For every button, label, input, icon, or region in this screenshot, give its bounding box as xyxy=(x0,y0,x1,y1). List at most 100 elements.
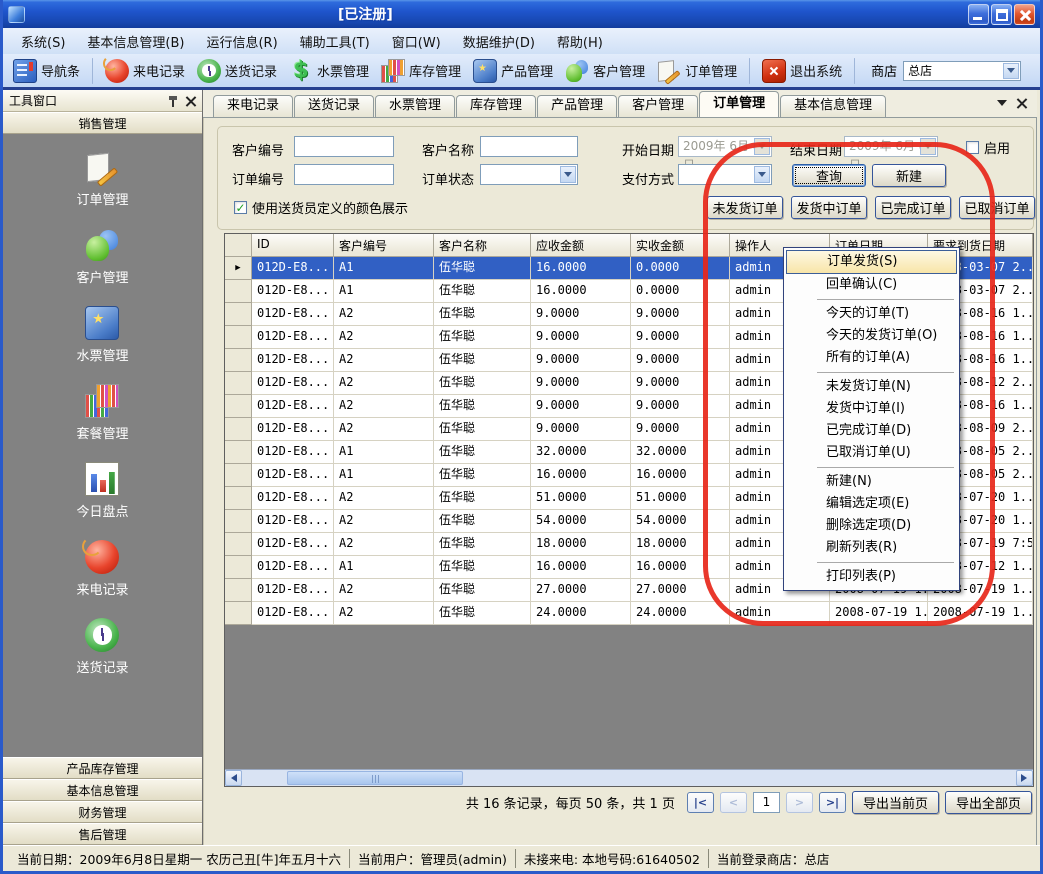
first-page-button[interactable]: |< xyxy=(687,792,714,813)
context-menu-item[interactable] xyxy=(817,562,954,563)
scroll-right-icon[interactable] xyxy=(1016,770,1033,786)
scrollbar-thumb[interactable] xyxy=(287,771,463,785)
tab[interactable]: 库存管理 xyxy=(456,95,536,117)
toolbar-button[interactable]: 送货记录 xyxy=(191,57,283,85)
minimize-button[interactable] xyxy=(968,4,989,25)
last-page-button[interactable]: >| xyxy=(819,792,846,813)
header-customer-name[interactable]: 客户名称 xyxy=(434,234,531,257)
sidebar-item[interactable]: 套餐管理 xyxy=(76,384,128,442)
header-id[interactable]: ID xyxy=(252,234,334,257)
close-tab-icon[interactable] xyxy=(1017,98,1027,108)
chevron-down-icon[interactable] xyxy=(997,100,1007,111)
sidebar-section[interactable]: 财务管理 xyxy=(3,801,202,823)
context-menu-item[interactable]: 回单确认(C) xyxy=(813,274,957,296)
sidebar-item[interactable]: 订单管理 xyxy=(76,150,128,208)
context-menu-item[interactable]: 今天的发货订单(O) xyxy=(813,325,957,347)
export-all-pages-button[interactable]: 导出全部页 xyxy=(945,791,1032,814)
toolbar-button[interactable]: 来电记录 xyxy=(99,57,191,85)
shop-select[interactable]: 总店 xyxy=(903,61,1021,81)
row-selector[interactable] xyxy=(225,533,252,556)
chevron-down-icon[interactable] xyxy=(560,166,576,183)
start-date-picker[interactable]: 2009年 6月 8日 xyxy=(678,136,772,157)
context-menu-item[interactable]: 发货中订单(I) xyxy=(813,398,957,420)
sidebar-item[interactable]: 客户管理 xyxy=(76,228,128,286)
toolbar-button[interactable]: 订单管理 xyxy=(651,57,743,85)
customer-name-input[interactable] xyxy=(480,136,578,157)
row-selector[interactable] xyxy=(225,372,252,395)
checkbox-box[interactable]: ✓ xyxy=(234,201,247,214)
order-status-select[interactable] xyxy=(480,164,578,185)
context-menu-item[interactable]: 未发货订单(N) xyxy=(813,376,957,398)
customer-no-input[interactable] xyxy=(294,136,394,157)
row-selector[interactable] xyxy=(225,579,252,602)
enable-checkbox[interactable]: 启用 xyxy=(966,138,1010,157)
context-menu-item[interactable] xyxy=(817,372,954,373)
horizontal-scrollbar[interactable] xyxy=(225,769,1033,786)
pin-icon[interactable] xyxy=(168,95,178,107)
pay-method-select[interactable] xyxy=(678,164,772,185)
toolbar-button[interactable]: 导航条 xyxy=(7,57,86,85)
context-menu-item[interactable]: 编辑选定项(E) xyxy=(813,493,957,515)
status-filter-button[interactable]: 未发货订单 xyxy=(707,196,783,219)
toolbar-button[interactable]: 退出系统 xyxy=(756,57,848,85)
tab[interactable]: 客户管理 xyxy=(618,95,698,117)
context-menu-item[interactable]: 删除选定项(D) xyxy=(813,515,957,537)
prev-page-button[interactable]: < xyxy=(720,792,747,813)
row-selector[interactable] xyxy=(225,602,252,625)
tab[interactable]: 基本信息管理 xyxy=(780,95,886,117)
context-menu-item[interactable]: 订单发货(S) xyxy=(786,250,957,274)
row-selector[interactable] xyxy=(225,510,252,533)
row-selector[interactable]: ▶ xyxy=(225,257,252,280)
tab[interactable]: 产品管理 xyxy=(537,95,617,117)
row-selector[interactable] xyxy=(225,349,252,372)
next-page-button[interactable]: > xyxy=(786,792,813,813)
new-button[interactable]: 新建 xyxy=(872,164,946,187)
sidebar-item[interactable]: 水票管理 xyxy=(76,306,128,364)
sidebar-item[interactable]: 今日盘点 xyxy=(76,462,128,520)
context-menu-item[interactable]: 新建(N) xyxy=(813,471,957,493)
tab[interactable]: 送货记录 xyxy=(294,95,374,117)
row-selector[interactable] xyxy=(225,303,252,326)
sidebar-section[interactable]: 售后管理 xyxy=(3,823,202,845)
close-icon[interactable] xyxy=(186,96,196,106)
status-filter-button[interactable]: 已取消订单 xyxy=(959,196,1035,219)
table-row[interactable]: 012D-E8... A2 伍华聪 24.0000 24.0000 admin … xyxy=(225,602,1033,625)
context-menu-item[interactable] xyxy=(817,299,954,300)
row-selector[interactable] xyxy=(225,395,252,418)
maximize-button[interactable] xyxy=(991,4,1012,25)
context-menu-item[interactable]: 所有的订单(A) xyxy=(813,347,957,369)
scroll-left-icon[interactable] xyxy=(225,770,242,786)
toolbar-button[interactable]: 产品管理 xyxy=(467,57,559,85)
tab[interactable]: 水票管理 xyxy=(375,95,455,117)
page-number-input[interactable] xyxy=(753,792,780,813)
delivery-color-checkbox[interactable]: ✓ 使用送货员定义的颜色展示 xyxy=(234,198,408,217)
row-selector[interactable] xyxy=(225,441,252,464)
toolbar-button[interactable] xyxy=(92,58,93,84)
menu-item[interactable]: 数据维护(D) xyxy=(453,29,545,54)
tab[interactable]: 来电记录 xyxy=(213,95,293,117)
context-menu-item[interactable] xyxy=(817,467,954,468)
context-menu-item[interactable]: 今天的订单(T) xyxy=(813,303,957,325)
row-selector[interactable] xyxy=(225,556,252,579)
sidebar-item[interactable]: 送货记录 xyxy=(76,618,128,676)
sidebar-section[interactable]: 产品库存管理 xyxy=(3,757,202,779)
header-customer-no[interactable]: 客户编号 xyxy=(334,234,434,257)
sidebar-section-sales[interactable]: 销售管理 xyxy=(3,112,202,134)
menu-item[interactable]: 帮助(H) xyxy=(547,29,613,54)
end-date-picker[interactable]: 2009年 6月 8日 xyxy=(844,136,938,157)
row-selector[interactable] xyxy=(225,280,252,303)
toolbar-button[interactable]: 水票管理 xyxy=(283,57,375,85)
context-menu-item[interactable]: 打印列表(P) xyxy=(813,566,957,588)
toolbar-button[interactable] xyxy=(854,58,855,84)
chevron-down-icon[interactable] xyxy=(754,166,770,183)
header-receivable[interactable]: 应收金额 xyxy=(531,234,631,257)
row-selector[interactable] xyxy=(225,487,252,510)
export-current-page-button[interactable]: 导出当前页 xyxy=(852,791,939,814)
menu-item[interactable]: 辅助工具(T) xyxy=(290,29,380,54)
status-filter-button[interactable]: 发货中订单 xyxy=(791,196,867,219)
row-selector[interactable] xyxy=(225,418,252,441)
menu-item[interactable]: 窗口(W) xyxy=(382,29,451,54)
header-received[interactable]: 实收金额 xyxy=(631,234,730,257)
toolbar-button[interactable] xyxy=(749,58,750,84)
sidebar-section[interactable]: 基本信息管理 xyxy=(3,779,202,801)
